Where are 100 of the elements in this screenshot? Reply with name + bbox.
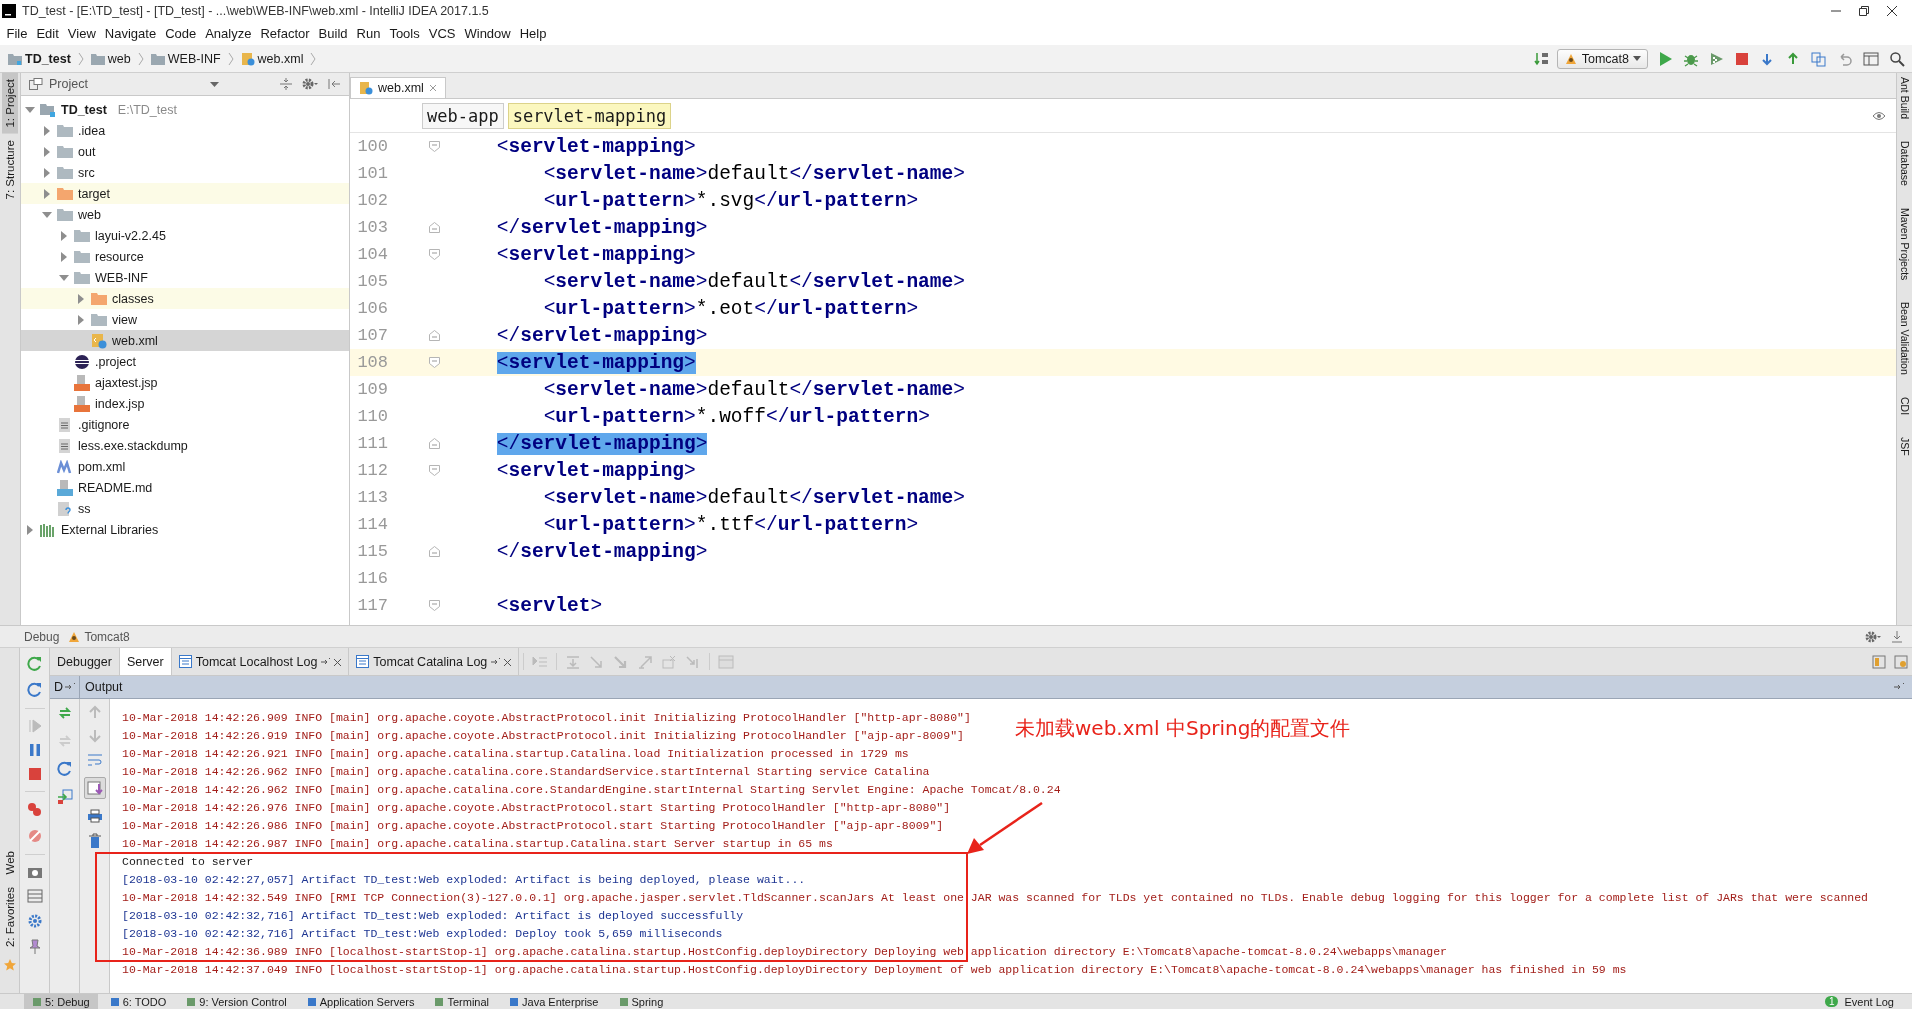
menu-item[interactable]: VCS	[424, 26, 460, 41]
tree-item[interactable]: .project	[21, 351, 349, 372]
pin-icon[interactable]	[491, 657, 501, 666]
menu-item[interactable]: Code	[160, 26, 201, 41]
tag-breadcrumb[interactable]: servlet-mapping	[507, 102, 672, 129]
stop-icon[interactable]	[1735, 51, 1749, 66]
tool-window-tab[interactable]: Maven Projects	[1898, 204, 1911, 285]
column-header[interactable]: D	[50, 676, 80, 698]
menu-item[interactable]: File	[2, 26, 32, 41]
mute-breakpoints-icon[interactable]	[26, 828, 43, 844]
menu-item[interactable]: Build	[314, 26, 352, 41]
deploy-icon[interactable]	[56, 789, 73, 805]
caret-icon[interactable]	[25, 104, 35, 115]
tree-item[interactable]: .idea	[21, 120, 349, 141]
tree-item[interactable]: ss	[21, 498, 349, 519]
tool-window-tab[interactable]: 7: Structure	[2, 133, 18, 206]
refresh-icon[interactable]	[56, 761, 73, 777]
menu-item[interactable]: Refactor	[255, 26, 315, 41]
tool-window-tab[interactable]: Web	[1, 845, 18, 881]
search-icon[interactable]	[1889, 50, 1905, 67]
fold-marker-icon[interactable]	[429, 222, 440, 233]
collapse-all-icon[interactable]	[279, 77, 293, 91]
tree-item[interactable]: .gitignore	[21, 414, 349, 435]
run-config-dropdown[interactable]: Tomcat8	[1556, 48, 1648, 69]
trash-icon[interactable]	[87, 833, 102, 849]
stop-icon[interactable]	[27, 767, 42, 781]
caret-icon[interactable]	[59, 272, 69, 283]
event-log-button[interactable]: 1 Event Log	[1816, 994, 1902, 1009]
caret-icon[interactable]	[76, 314, 86, 325]
tool-window-tab[interactable]: 2: Favorites	[1, 880, 18, 953]
tool-window-button[interactable]: 6: TODO	[101, 994, 175, 1009]
tool-window-button[interactable]: 5: Debug	[24, 994, 98, 1009]
layout-settings-icon[interactable]	[1894, 654, 1908, 669]
sync-icon[interactable]	[56, 705, 73, 721]
settings-icon[interactable]	[1864, 629, 1882, 644]
eye-icon[interactable]	[1872, 110, 1886, 121]
run-icon[interactable]	[1659, 50, 1673, 67]
tag-breadcrumb[interactable]: web-app	[422, 102, 504, 129]
menu-item[interactable]: Navigate	[100, 26, 161, 41]
layout-icon[interactable]	[26, 889, 43, 903]
tree-item[interactable]: index.jsp	[21, 393, 349, 414]
menu-item[interactable]: View	[63, 26, 101, 41]
camera-icon[interactable]	[26, 865, 43, 879]
fold-marker-icon[interactable]	[429, 600, 440, 611]
tool-window-button[interactable]: Terminal	[426, 994, 498, 1009]
tool-window-tab[interactable]: Ant Build	[1898, 73, 1911, 124]
tree-item[interactable]: WEB-INF	[21, 267, 349, 288]
hide-panel-icon[interactable]	[1890, 629, 1904, 644]
caret-icon[interactable]	[25, 524, 35, 535]
tool-window-tab[interactable]: Bean Validation	[1898, 298, 1911, 380]
restore-icon[interactable]	[1858, 5, 1870, 17]
fold-marker-icon[interactable]	[429, 249, 440, 260]
scroll-to-end-icon[interactable]	[83, 777, 106, 799]
tree-item[interactable]: ajaxtest.jsp	[21, 372, 349, 393]
tool-window-button[interactable]: 9: Version Control	[178, 994, 295, 1009]
tree-item[interactable]: web	[21, 204, 349, 225]
caret-icon[interactable]	[59, 230, 69, 241]
tree-item[interactable]: less.exe.stackdump	[21, 435, 349, 456]
fold-marker-icon[interactable]	[429, 357, 440, 368]
pause-icon[interactable]	[27, 743, 42, 757]
layout-icon[interactable]	[1863, 50, 1879, 67]
pin-icon[interactable]	[27, 939, 42, 955]
pin-icon[interactable]	[321, 657, 331, 666]
build-icon[interactable]	[1533, 50, 1550, 67]
debug-tab[interactable]: Server	[119, 648, 172, 675]
menu-item[interactable]: Run	[352, 26, 385, 41]
tool-window-tab[interactable]: CDI	[1898, 393, 1911, 420]
fold-marker-icon[interactable]	[429, 546, 440, 557]
debug-tab[interactable]: Tomcat Localhost Log	[171, 648, 350, 675]
caret-icon[interactable]	[59, 251, 69, 262]
tool-window-button[interactable]: Spring	[610, 994, 672, 1009]
breadcrumb[interactable]: WEB-INF	[150, 51, 221, 66]
menu-item[interactable]: Tools	[384, 26, 425, 41]
tree-item[interactable]: src	[21, 162, 349, 183]
tree-item[interactable]: resource	[21, 246, 349, 267]
pin-icon[interactable]	[1894, 683, 1906, 691]
debug-tab[interactable]: Tomcat Catalina Log	[349, 648, 520, 675]
caret-icon[interactable]	[42, 125, 52, 136]
soft-wrap-icon[interactable]	[86, 753, 103, 767]
caret-icon[interactable]	[42, 209, 52, 220]
tree-item[interactable]: External Libraries	[21, 519, 349, 540]
restore-layout-icon[interactable]	[1872, 654, 1886, 669]
caret-icon[interactable]	[42, 188, 52, 199]
menu-item[interactable]: Edit	[31, 26, 64, 41]
caret-icon[interactable]	[76, 293, 86, 304]
rerun-icon[interactable]	[26, 656, 43, 672]
close-icon[interactable]	[1886, 5, 1898, 17]
tree-item[interactable]: classes	[21, 288, 349, 309]
tree-item[interactable]: target	[21, 183, 349, 204]
tree-item[interactable]: web.xml	[21, 330, 349, 351]
undo-icon[interactable]	[1837, 50, 1853, 67]
refresh-icon[interactable]	[26, 682, 43, 698]
tool-window-button[interactable]: Application Servers	[298, 994, 423, 1009]
tool-window-button[interactable]: Java Enterprise	[501, 994, 607, 1009]
menu-item[interactable]: Window	[459, 26, 516, 41]
coverage-icon[interactable]	[1709, 50, 1725, 67]
hide-panel-icon[interactable]	[327, 77, 341, 91]
tool-window-tab[interactable]: 1: Project	[2, 73, 18, 134]
tree-item[interactable]: README.md	[21, 477, 349, 498]
breadcrumb[interactable]: web.xml	[240, 51, 304, 66]
